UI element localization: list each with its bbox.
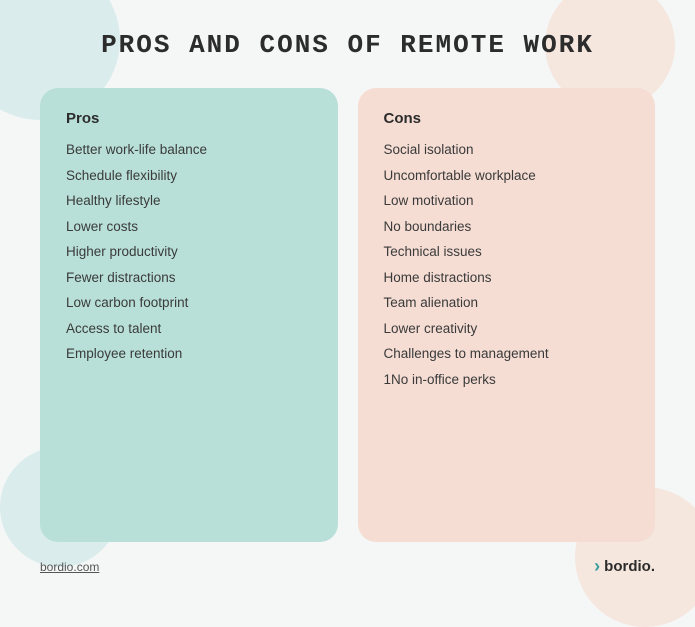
list-item: Uncomfortable workplace <box>384 167 630 185</box>
list-item: No boundaries <box>384 218 630 236</box>
list-item: 1No in-office perks <box>384 371 630 389</box>
list-item: Team alienation <box>384 294 630 312</box>
page-title: Pros And Cons of Remote Work <box>101 30 594 60</box>
list-item: Schedule flexibility <box>66 167 312 185</box>
cons-list: Social isolation Uncomfortable workplace… <box>384 141 630 388</box>
list-item: Access to talent <box>66 320 312 338</box>
list-item: Lower creativity <box>384 320 630 338</box>
list-item: Healthy lifestyle <box>66 192 312 210</box>
list-item: Home distractions <box>384 269 630 287</box>
brand-name: bordio. <box>604 558 655 575</box>
list-item: Low motivation <box>384 192 630 210</box>
pros-card-header: Pros <box>66 110 312 127</box>
list-item: Employee retention <box>66 345 312 363</box>
cons-card-header: Cons <box>384 110 630 127</box>
list-item: Low carbon footprint <box>66 294 312 312</box>
list-item: Social isolation <box>384 141 630 159</box>
list-item: Challenges to management <box>384 345 630 363</box>
list-item: Better work-life balance <box>66 141 312 159</box>
footer: bordio.com › bordio. <box>40 556 655 577</box>
pros-card: Pros Better work-life balance Schedule f… <box>40 88 338 542</box>
footer-link[interactable]: bordio.com <box>40 560 99 574</box>
list-item: Lower costs <box>66 218 312 236</box>
pros-list: Better work-life balance Schedule flexib… <box>66 141 312 363</box>
columns-container: Pros Better work-life balance Schedule f… <box>40 88 655 542</box>
cons-card: Cons Social isolation Uncomfortable work… <box>358 88 656 542</box>
footer-brand: › bordio. <box>594 556 655 577</box>
chevron-right-icon: › <box>594 556 600 577</box>
list-item: Higher productivity <box>66 243 312 261</box>
list-item: Fewer distractions <box>66 269 312 287</box>
page-container: Pros And Cons of Remote Work Pros Better… <box>0 0 695 597</box>
list-item: Technical issues <box>384 243 630 261</box>
